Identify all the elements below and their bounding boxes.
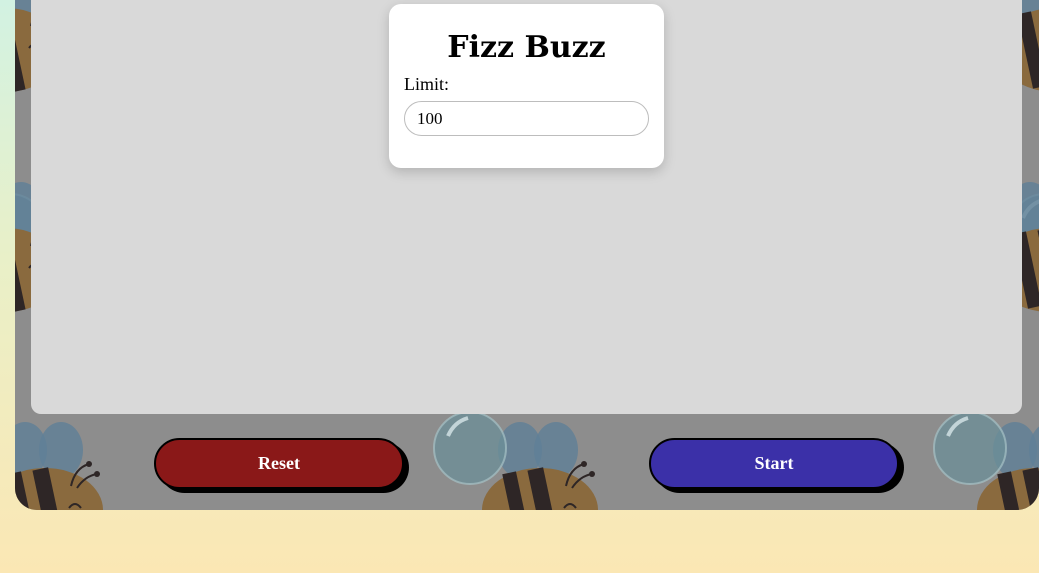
page-title: Fizz Buzz <box>447 30 606 65</box>
settings-card: Fizz Buzz Limit: <box>389 4 664 168</box>
limit-input[interactable] <box>404 101 649 136</box>
limit-label: Limit: <box>404 74 449 94</box>
reset-button[interactable]: Reset <box>154 438 404 489</box>
start-button[interactable]: Start <box>649 438 899 489</box>
